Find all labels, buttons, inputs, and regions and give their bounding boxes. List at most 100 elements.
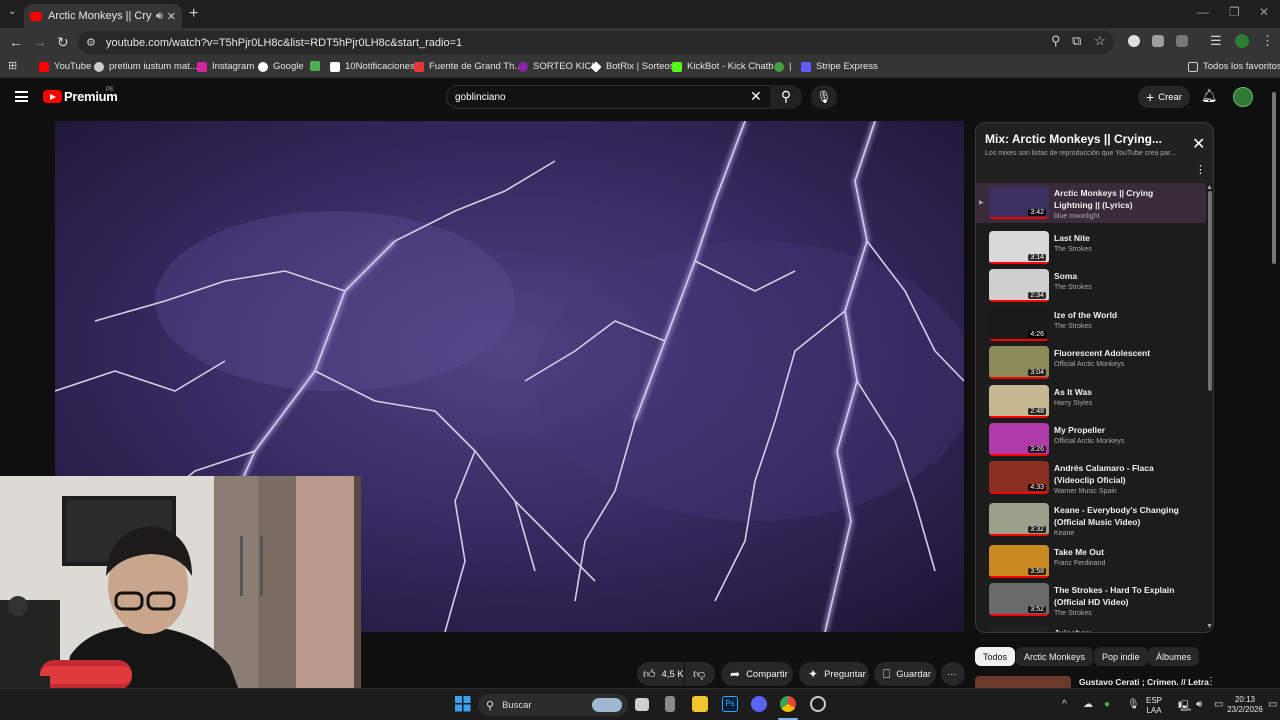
bookmark-10notificaciones[interactable]: 10Notificaciones xyxy=(330,61,415,72)
playlist-title[interactable]: Mix: Arctic Monkeys || Crying... xyxy=(985,132,1162,146)
playlist-item[interactable]: 4:33 Andrés Calamaro - Flaca (Videoclip O… xyxy=(976,458,1206,498)
extension-icon[interactable] xyxy=(1128,35,1140,47)
diamond-icon xyxy=(590,60,602,73)
tab-list-chevron-icon[interactable]: ⌄ xyxy=(8,6,16,17)
page-scrollbar[interactable] xyxy=(1272,92,1276,264)
close-playlist-icon[interactable]: ✕ xyxy=(1192,134,1205,154)
mic-tray-icon[interactable]: 🎙︎ xyxy=(1127,699,1140,710)
playlist-scrollbar[interactable] xyxy=(1208,191,1212,391)
browser-menu-icon[interactable]: ⋮ xyxy=(1261,33,1274,49)
bookmark-instagram[interactable]: Instagram xyxy=(197,61,254,72)
zoom-search-icon[interactable]: ⚲ xyxy=(1051,33,1061,49)
photoshop-icon[interactable]: Ps xyxy=(722,696,738,712)
battery-icon[interactable]: ▭ xyxy=(1214,699,1223,710)
playlist-panel: Mix: Arctic Monkeys || Crying... Los mix… xyxy=(975,122,1214,633)
account-avatar[interactable] xyxy=(1233,87,1253,107)
chip-todos[interactable]: Todos xyxy=(975,647,1016,666)
youtube-logo-icon[interactable] xyxy=(43,90,62,103)
bookmark-star-icon[interactable]: ☆ xyxy=(1094,33,1106,49)
bookmark-stripe-express[interactable]: Stripe Express xyxy=(801,61,878,72)
ask-button[interactable]: ✦ Preguntar xyxy=(799,662,869,686)
share-button[interactable]: ➦ Compartir xyxy=(721,662,793,686)
minimize-window-icon[interactable]: — xyxy=(1197,5,1209,19)
task-view-icon[interactable] xyxy=(635,698,649,711)
playlist-item-thumbnail xyxy=(989,626,1049,632)
like-button[interactable]: 👍︎ 4,5 K xyxy=(637,662,684,686)
search-input[interactable]: goblinciano xyxy=(446,85,772,109)
close-window-icon[interactable]: ✕ xyxy=(1259,5,1269,19)
scroll-down-arrow-icon[interactable]: ▼ xyxy=(1206,623,1213,630)
more-actions-button[interactable]: ··· xyxy=(941,662,965,686)
forward-arrow-icon[interactable]: → xyxy=(33,34,47,50)
playlist-item[interactable]: 2:48 As It Was Harry Styles xyxy=(976,382,1206,422)
close-tab-icon[interactable]: ✕ xyxy=(167,10,176,23)
apps-grid-icon[interactable]: ⊞ xyxy=(8,59,17,72)
discord-icon[interactable] xyxy=(751,696,767,712)
playlist-item[interactable]: Juicebox xyxy=(976,623,1206,632)
chip-pop-indie[interactable]: Pop indie xyxy=(1094,647,1148,666)
playlist-item[interactable]: 3:14 Last Nite The Strokes xyxy=(976,228,1206,268)
bookmark-sorteo-kick[interactable]: SORTEO KICK xyxy=(518,61,598,72)
voice-search-button[interactable]: 🎙︎ xyxy=(811,85,837,109)
file-explorer-icon[interactable] xyxy=(692,696,708,712)
bookmark-green[interactable]: | xyxy=(774,61,791,72)
cast-icon[interactable]: ⧉ xyxy=(1072,33,1081,49)
playlist-item[interactable]: 4:26 Ize of the World The Strokes xyxy=(976,305,1206,345)
playlist-item[interactable]: 3:58 Take Me Out Franz Ferdinand xyxy=(976,542,1206,582)
reload-icon[interactable]: ↻ xyxy=(57,34,69,51)
bookmark-google[interactable]: Google xyxy=(258,61,304,72)
bookmark-botrix[interactable]: BotRix | Sorteos xyxy=(590,60,674,73)
new-tab-plus-icon[interactable]: + xyxy=(189,5,198,23)
bookmark-unnamed[interactable] xyxy=(310,61,325,71)
guide-menu-icon[interactable] xyxy=(15,91,28,102)
bookmark-pretium[interactable]: pretium iustum mat... xyxy=(94,61,198,72)
extensions-puzzle-icon[interactable] xyxy=(1176,35,1188,47)
clock[interactable]: 20:13 23/2/2026 xyxy=(1224,695,1266,715)
bookmark-kickbot[interactable]: KickBot - Kick Chatb... xyxy=(672,61,782,72)
show-hidden-icons-chevron[interactable]: ^ xyxy=(1062,699,1067,710)
notification-center-icon[interactable]: ▭ xyxy=(1268,699,1277,710)
all-bookmarks-folder[interactable]: Todos los favoritos xyxy=(1188,61,1280,72)
playlist-item[interactable]: 3:26 My Propeller Official Arctic Monkeys xyxy=(976,420,1206,460)
save-button[interactable]: ⎕ Guardar xyxy=(874,662,936,686)
app-circle-icon[interactable] xyxy=(810,696,826,712)
next-recommendation[interactable]: Gustavo Cerati ; Crimen. // Letra ⋮ xyxy=(975,676,1216,688)
app-pinned-icon[interactable] xyxy=(665,696,675,712)
shield-tray-icon[interactable]: ● xyxy=(1104,699,1110,710)
windows-start-icon[interactable] xyxy=(455,696,471,712)
notifications-bell-icon[interactable]: 🔔︎ xyxy=(1201,88,1218,104)
language-indicator[interactable]: ESP LAA xyxy=(1146,696,1162,716)
cloud-tray-icon[interactable]: ☁ xyxy=(1083,699,1093,710)
browser-tab-active[interactable]: Arctic Monkeys || Crying Lig 🔊︎ ✕ xyxy=(24,4,182,28)
audio-playing-icon[interactable]: 🔊︎ xyxy=(156,10,163,23)
scroll-up-arrow-icon[interactable]: ▲ xyxy=(1206,184,1213,191)
network-icon[interactable]: 🖳︎ xyxy=(1178,699,1191,716)
chrome-icon[interactable] xyxy=(780,696,796,712)
restore-window-icon[interactable]: ❐ xyxy=(1229,5,1240,19)
chip-albumes[interactable]: Álbumes xyxy=(1148,647,1200,666)
search-button[interactable]: ⚲ xyxy=(770,85,802,109)
clear-search-icon[interactable]: ✕ xyxy=(750,88,762,105)
playlist-item[interactable]: ▶ 3:42 Arctic Monkeys || Crying Lightning … xyxy=(976,183,1206,223)
next-menu-icon[interactable]: ⋮ xyxy=(1206,676,1216,687)
bookmark-youtube[interactable]: YouTube xyxy=(39,61,91,72)
address-bar[interactable]: ⚙︎ youtube.com/watch?v=T5hPjr0LH8c&list=… xyxy=(78,31,1114,54)
volume-icon[interactable]: 🔊︎ xyxy=(1196,699,1202,710)
profile-avatar[interactable] xyxy=(1235,34,1249,48)
extension-icon[interactable] xyxy=(1152,35,1164,47)
chip-arctic-monkeys[interactable]: Arctic Monkeys xyxy=(1016,647,1094,666)
playlist-item-channel: Franz Ferdinand xyxy=(1054,560,1106,567)
reading-list-icon[interactable]: ☰ xyxy=(1210,33,1222,49)
playlist-item[interactable]: 3:32 Keane - Everybody's Changing (Offici… xyxy=(976,500,1206,540)
playlist-item[interactable]: 3:52 The Strokes - Hard To Explain (Offic… xyxy=(976,580,1206,620)
back-arrow-icon[interactable]: ← xyxy=(9,34,23,50)
playlist-item[interactable]: 3:04 Fluorescent Adolescent Official Arcti… xyxy=(976,343,1206,383)
playlist-menu-icon[interactable]: ⋮ xyxy=(1195,163,1206,176)
playlist-item[interactable]: 2:34 Soma The Strokes xyxy=(976,266,1206,306)
taskbar-search[interactable]: ⚲ Buscar xyxy=(478,694,628,716)
create-button[interactable]: + Crear xyxy=(1138,86,1190,108)
site-info-icon[interactable]: ⚙︎ xyxy=(86,36,98,49)
dislike-button[interactable]: 👎︎ xyxy=(685,662,715,686)
playlist-item-channel: The Strokes xyxy=(1054,246,1092,253)
bookmark-grand-theft[interactable]: Fuente de Grand Th... xyxy=(414,61,522,72)
